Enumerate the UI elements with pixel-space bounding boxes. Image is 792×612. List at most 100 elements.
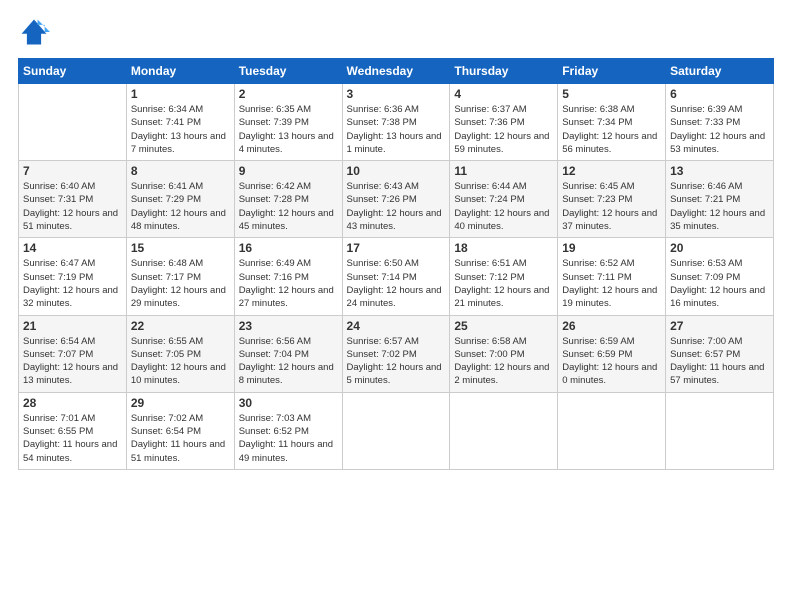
day-number: 5: [562, 87, 661, 101]
daylight: Daylight: 12 hours and 32 minutes.: [23, 285, 118, 309]
weekday-header-cell: Sunday: [19, 59, 127, 84]
day-info: Sunrise: 7:03 AM Sunset: 6:52 PM Dayligh…: [239, 412, 338, 465]
sunrise: Sunrise: 6:59 AM: [562, 336, 634, 347]
day-info: Sunrise: 6:44 AM Sunset: 7:24 PM Dayligh…: [454, 180, 553, 233]
sunset: Sunset: 7:41 PM: [131, 117, 201, 128]
day-number: 18: [454, 241, 553, 255]
sunrise: Sunrise: 6:34 AM: [131, 104, 203, 115]
day-number: 15: [131, 241, 230, 255]
sunset: Sunset: 7:07 PM: [23, 349, 93, 360]
daylight: Daylight: 13 hours and 7 minutes.: [131, 131, 226, 155]
sunrise: Sunrise: 6:39 AM: [670, 104, 742, 115]
daylight: Daylight: 11 hours and 51 minutes.: [131, 439, 225, 463]
day-number: 19: [562, 241, 661, 255]
calendar-week: 14 Sunrise: 6:47 AM Sunset: 7:19 PM Dayl…: [19, 238, 774, 315]
day-info: Sunrise: 6:58 AM Sunset: 7:00 PM Dayligh…: [454, 335, 553, 388]
calendar-cell: 29 Sunrise: 7:02 AM Sunset: 6:54 PM Dayl…: [126, 392, 234, 469]
sunrise: Sunrise: 6:47 AM: [23, 258, 95, 269]
day-info: Sunrise: 7:01 AM Sunset: 6:55 PM Dayligh…: [23, 412, 122, 465]
calendar-body: 1 Sunrise: 6:34 AM Sunset: 7:41 PM Dayli…: [19, 84, 774, 470]
day-info: Sunrise: 6:57 AM Sunset: 7:02 PM Dayligh…: [347, 335, 446, 388]
sunset: Sunset: 7:28 PM: [239, 194, 309, 205]
logo: [18, 16, 54, 48]
sunrise: Sunrise: 6:52 AM: [562, 258, 634, 269]
sunset: Sunset: 7:05 PM: [131, 349, 201, 360]
calendar-cell: 9 Sunrise: 6:42 AM Sunset: 7:28 PM Dayli…: [234, 161, 342, 238]
daylight: Daylight: 12 hours and 45 minutes.: [239, 208, 334, 232]
day-info: Sunrise: 6:38 AM Sunset: 7:34 PM Dayligh…: [562, 103, 661, 156]
day-info: Sunrise: 6:34 AM Sunset: 7:41 PM Dayligh…: [131, 103, 230, 156]
sunrise: Sunrise: 6:54 AM: [23, 336, 95, 347]
header: [18, 16, 774, 48]
sunrise: Sunrise: 7:03 AM: [239, 413, 311, 424]
day-info: Sunrise: 6:50 AM Sunset: 7:14 PM Dayligh…: [347, 257, 446, 310]
calendar-cell: 24 Sunrise: 6:57 AM Sunset: 7:02 PM Dayl…: [342, 315, 450, 392]
daylight: Daylight: 12 hours and 59 minutes.: [454, 131, 549, 155]
sunset: Sunset: 7:00 PM: [454, 349, 524, 360]
calendar-cell: 25 Sunrise: 6:58 AM Sunset: 7:00 PM Dayl…: [450, 315, 558, 392]
calendar-cell: 26 Sunrise: 6:59 AM Sunset: 6:59 PM Dayl…: [558, 315, 666, 392]
sunset: Sunset: 7:26 PM: [347, 194, 417, 205]
logo-icon: [18, 16, 50, 48]
sunrise: Sunrise: 6:38 AM: [562, 104, 634, 115]
calendar-cell: 1 Sunrise: 6:34 AM Sunset: 7:41 PM Dayli…: [126, 84, 234, 161]
calendar-cell: 8 Sunrise: 6:41 AM Sunset: 7:29 PM Dayli…: [126, 161, 234, 238]
day-number: 30: [239, 396, 338, 410]
daylight: Daylight: 12 hours and 24 minutes.: [347, 285, 442, 309]
day-number: 9: [239, 164, 338, 178]
calendar-cell: 20 Sunrise: 6:53 AM Sunset: 7:09 PM Dayl…: [666, 238, 774, 315]
calendar-cell: 2 Sunrise: 6:35 AM Sunset: 7:39 PM Dayli…: [234, 84, 342, 161]
day-info: Sunrise: 6:46 AM Sunset: 7:21 PM Dayligh…: [670, 180, 769, 233]
sunset: Sunset: 7:21 PM: [670, 194, 740, 205]
sunset: Sunset: 6:57 PM: [670, 349, 740, 360]
day-number: 7: [23, 164, 122, 178]
sunrise: Sunrise: 6:57 AM: [347, 336, 419, 347]
calendar-cell: [666, 392, 774, 469]
day-number: 6: [670, 87, 769, 101]
daylight: Daylight: 12 hours and 13 minutes.: [23, 362, 118, 386]
calendar-cell: 15 Sunrise: 6:48 AM Sunset: 7:17 PM Dayl…: [126, 238, 234, 315]
sunrise: Sunrise: 6:55 AM: [131, 336, 203, 347]
sunset: Sunset: 7:04 PM: [239, 349, 309, 360]
daylight: Daylight: 12 hours and 5 minutes.: [347, 362, 442, 386]
sunrise: Sunrise: 6:53 AM: [670, 258, 742, 269]
calendar-cell: 28 Sunrise: 7:01 AM Sunset: 6:55 PM Dayl…: [19, 392, 127, 469]
day-info: Sunrise: 7:00 AM Sunset: 6:57 PM Dayligh…: [670, 335, 769, 388]
daylight: Daylight: 12 hours and 43 minutes.: [347, 208, 442, 232]
sunrise: Sunrise: 6:48 AM: [131, 258, 203, 269]
day-info: Sunrise: 6:39 AM Sunset: 7:33 PM Dayligh…: [670, 103, 769, 156]
sunset: Sunset: 6:55 PM: [23, 426, 93, 437]
daylight: Daylight: 12 hours and 35 minutes.: [670, 208, 765, 232]
calendar-cell: 4 Sunrise: 6:37 AM Sunset: 7:36 PM Dayli…: [450, 84, 558, 161]
sunrise: Sunrise: 7:02 AM: [131, 413, 203, 424]
day-number: 20: [670, 241, 769, 255]
calendar-cell: 23 Sunrise: 6:56 AM Sunset: 7:04 PM Dayl…: [234, 315, 342, 392]
sunset: Sunset: 7:23 PM: [562, 194, 632, 205]
daylight: Daylight: 13 hours and 4 minutes.: [239, 131, 334, 155]
daylight: Daylight: 12 hours and 40 minutes.: [454, 208, 549, 232]
calendar-cell: 13 Sunrise: 6:46 AM Sunset: 7:21 PM Dayl…: [666, 161, 774, 238]
sunset: Sunset: 7:36 PM: [454, 117, 524, 128]
calendar-week: 1 Sunrise: 6:34 AM Sunset: 7:41 PM Dayli…: [19, 84, 774, 161]
day-number: 22: [131, 319, 230, 333]
sunrise: Sunrise: 6:51 AM: [454, 258, 526, 269]
sunrise: Sunrise: 6:37 AM: [454, 104, 526, 115]
sunset: Sunset: 7:33 PM: [670, 117, 740, 128]
day-number: 14: [23, 241, 122, 255]
sunset: Sunset: 7:17 PM: [131, 272, 201, 283]
sunrise: Sunrise: 6:35 AM: [239, 104, 311, 115]
weekday-header-cell: Friday: [558, 59, 666, 84]
calendar-week: 7 Sunrise: 6:40 AM Sunset: 7:31 PM Dayli…: [19, 161, 774, 238]
day-number: 26: [562, 319, 661, 333]
day-number: 11: [454, 164, 553, 178]
calendar-cell: 3 Sunrise: 6:36 AM Sunset: 7:38 PM Dayli…: [342, 84, 450, 161]
calendar-week: 21 Sunrise: 6:54 AM Sunset: 7:07 PM Dayl…: [19, 315, 774, 392]
calendar-cell: [19, 84, 127, 161]
calendar-cell: 22 Sunrise: 6:55 AM Sunset: 7:05 PM Dayl…: [126, 315, 234, 392]
day-info: Sunrise: 6:42 AM Sunset: 7:28 PM Dayligh…: [239, 180, 338, 233]
sunrise: Sunrise: 6:44 AM: [454, 181, 526, 192]
calendar-cell: 10 Sunrise: 6:43 AM Sunset: 7:26 PM Dayl…: [342, 161, 450, 238]
day-number: 2: [239, 87, 338, 101]
sunrise: Sunrise: 6:40 AM: [23, 181, 95, 192]
calendar-cell: 27 Sunrise: 7:00 AM Sunset: 6:57 PM Dayl…: [666, 315, 774, 392]
